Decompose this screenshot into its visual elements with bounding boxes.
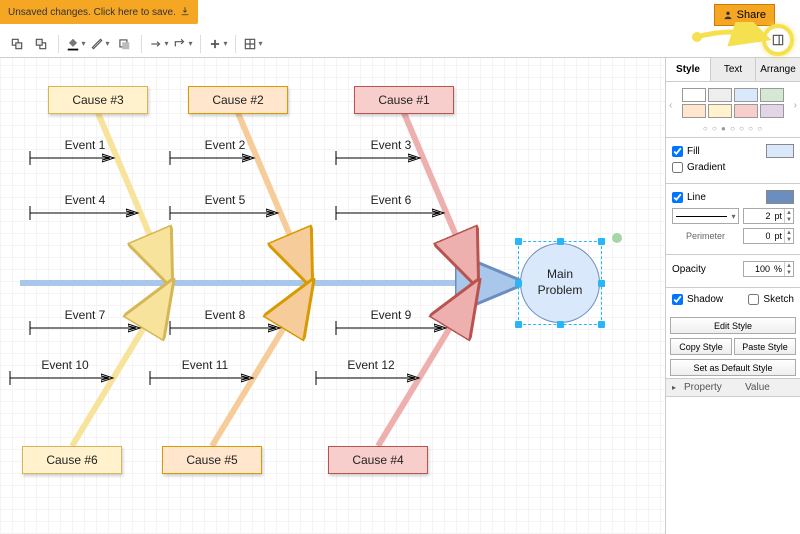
event-label[interactable]: Event 2 — [180, 138, 270, 152]
waypoints-button[interactable]: ▾ — [172, 33, 194, 55]
copy-style-button[interactable]: Copy Style — [670, 338, 732, 355]
user-icon — [723, 10, 733, 20]
sketch-checkbox[interactable] — [748, 294, 759, 305]
shadow-label: Shadow — [687, 294, 723, 305]
main-problem-node[interactable]: Main Problem — [520, 243, 600, 323]
toolbar: ▾ ▾ ▾ ▾ ▾ ▾ — [0, 30, 800, 58]
to-back-button[interactable] — [30, 33, 52, 55]
connection-button[interactable]: ▾ — [148, 33, 170, 55]
line-color-swatch[interactable] — [766, 190, 794, 204]
tab-text[interactable]: Text — [711, 58, 756, 81]
event-label[interactable]: Event 1 — [40, 138, 130, 152]
gradient-checkbox[interactable] — [672, 162, 683, 173]
edit-style-button[interactable]: Edit Style — [670, 317, 796, 334]
cause-box[interactable]: Cause #5 — [162, 446, 262, 474]
shadow-button[interactable] — [113, 33, 135, 55]
event-label[interactable]: Event 10 — [20, 358, 110, 372]
swatch[interactable] — [708, 104, 732, 118]
default-style-button[interactable]: Set as Default Style — [670, 359, 796, 376]
share-label: Share — [737, 9, 766, 21]
property-col: Property — [678, 379, 739, 396]
event-label[interactable]: Event 11 — [160, 358, 250, 372]
line-label: Line — [687, 192, 706, 203]
cause-box[interactable]: Cause #3 — [48, 86, 148, 114]
opacity-label: Opacity — [672, 264, 706, 275]
table-button[interactable]: ▾ — [242, 33, 264, 55]
style-palette — [666, 82, 800, 124]
rotate-handle[interactable] — [612, 233, 622, 243]
diagram-canvas[interactable]: Cause #3 Cause #2 Cause #1 Cause #6 Caus… — [0, 58, 665, 534]
fill-color-button[interactable]: ▾ — [65, 33, 87, 55]
palette-prev[interactable]: ‹ — [669, 100, 672, 111]
fill-color-swatch[interactable] — [766, 144, 794, 158]
palette-next[interactable]: › — [794, 100, 797, 111]
event-label[interactable]: Event 6 — [346, 193, 436, 207]
fill-label: Fill — [687, 146, 700, 157]
event-label[interactable]: Event 7 — [40, 308, 130, 322]
swatch[interactable] — [734, 88, 758, 102]
tab-style[interactable]: Style — [666, 58, 711, 81]
sketch-label: Sketch — [763, 294, 794, 305]
fill-checkbox[interactable] — [672, 146, 683, 157]
perimeter-label: Perimeter — [672, 231, 725, 241]
event-label[interactable]: Event 12 — [326, 358, 416, 372]
cause-box[interactable]: Cause #6 — [22, 446, 122, 474]
cause-box[interactable]: Cause #2 — [188, 86, 288, 114]
panel-icon — [771, 33, 785, 47]
event-label[interactable]: Event 4 — [40, 193, 130, 207]
separator — [200, 35, 201, 53]
annotation-arrow — [692, 22, 772, 52]
format-panel: Style Text Arrange ‹ › ○ ○ ● ○ ○ ○ ○ Fil… — [665, 58, 800, 534]
shadow-checkbox[interactable] — [672, 294, 683, 305]
line-style-dropdown[interactable]: ▾ — [672, 208, 739, 224]
palette-pager: ○ ○ ● ○ ○ ○ ○ — [666, 124, 800, 137]
save-icon — [180, 6, 190, 19]
swatch[interactable] — [682, 104, 706, 118]
cause-box[interactable]: Cause #4 — [328, 446, 428, 474]
gradient-label: Gradient — [687, 162, 725, 173]
event-label[interactable]: Event 8 — [180, 308, 270, 322]
swatch[interactable] — [734, 104, 758, 118]
swatch[interactable] — [760, 104, 784, 118]
event-label[interactable]: Event 5 — [180, 193, 270, 207]
tab-arrange[interactable]: Arrange — [756, 58, 800, 81]
unsaved-banner[interactable]: Unsaved changes. Click here to save. — [0, 0, 198, 24]
line-checkbox[interactable] — [672, 192, 683, 203]
separator — [141, 35, 142, 53]
unsaved-text: Unsaved changes. Click here to save. — [8, 7, 176, 18]
format-panel-toggle[interactable] — [762, 24, 794, 56]
add-button[interactable]: ▾ — [207, 33, 229, 55]
swatch[interactable] — [682, 88, 706, 102]
perimeter-input[interactable]: pt ▲▼ — [743, 228, 794, 244]
separator — [58, 35, 59, 53]
event-label[interactable]: Event 3 — [346, 138, 436, 152]
opacity-input[interactable]: % ▲▼ — [743, 261, 794, 277]
line-width-input[interactable]: pt ▲▼ — [743, 208, 794, 224]
value-col: Value — [739, 379, 800, 396]
to-front-button[interactable] — [6, 33, 28, 55]
cause-box[interactable]: Cause #1 — [354, 86, 454, 114]
swatch[interactable] — [708, 88, 732, 102]
paste-style-button[interactable]: Paste Style — [734, 338, 796, 355]
line-color-button[interactable]: ▾ — [89, 33, 111, 55]
property-header[interactable]: ▸ Property Value — [666, 378, 800, 397]
swatch[interactable] — [760, 88, 784, 102]
separator — [235, 35, 236, 53]
event-label[interactable]: Event 9 — [346, 308, 436, 322]
